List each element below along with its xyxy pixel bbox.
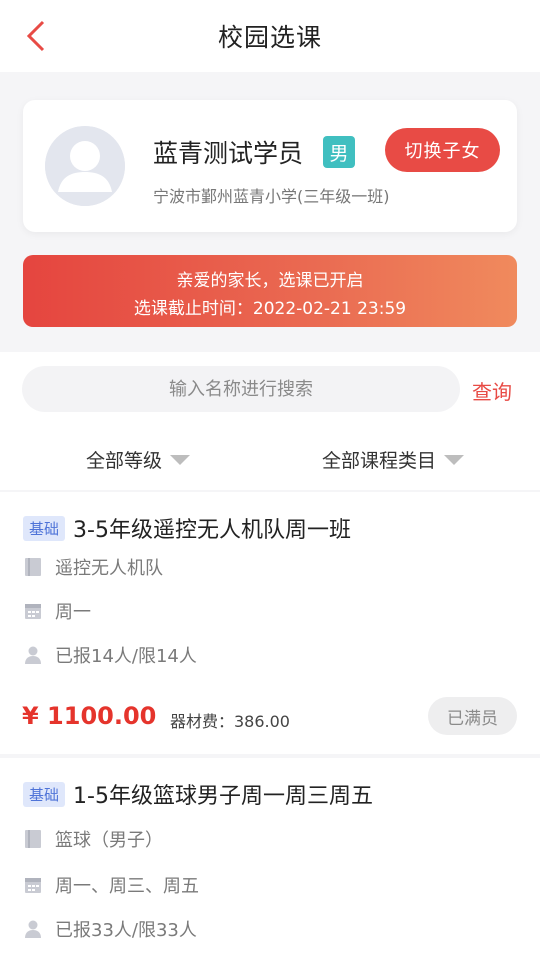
course-card[interactable]: 基础 1-5年级篮球男子周一周三周五 篮球（男子） 周一、周三、周五 已报33人…	[0, 758, 540, 960]
course-enrollment: 已报33人/限33人	[55, 920, 197, 941]
course-days: 周一	[55, 602, 91, 623]
gender-badge: 男	[323, 136, 355, 168]
course-title-row: 基础 3-5年级遥控无人机队周一班	[23, 512, 351, 544]
switch-child-button[interactable]: 切换子女	[385, 128, 500, 172]
person-icon	[23, 645, 43, 665]
top-nav-bar: 校园选课	[0, 0, 540, 72]
level-badge: 基础	[23, 781, 66, 807]
status-full-button[interactable]: 已满员	[428, 697, 517, 735]
back-button[interactable]	[18, 18, 54, 54]
student-name: 蓝青测试学员	[153, 139, 304, 168]
calendar-icon	[23, 875, 43, 895]
course-card[interactable]: 基础 3-5年级遥控无人机队周一班 遥控无人机队 周一 已报14人/限14人 ¥…	[0, 492, 540, 754]
notice-deadline: 选课截止时间：2022-02-21 23:59	[133, 299, 407, 319]
chevron-left-icon	[26, 20, 45, 52]
course-category-row: 篮球（男子）	[23, 826, 163, 852]
course-title: 1-5年级篮球男子周一周三周五	[73, 784, 373, 809]
course-days-row: 周一	[23, 598, 91, 624]
course-enrollment-row: 已报33人/限33人	[23, 916, 197, 942]
level-filter-label: 全部等级	[86, 450, 163, 472]
caret-down-icon	[170, 454, 191, 465]
category-filter-dropdown[interactable]: 全部课程类目	[322, 446, 465, 473]
course-days-row: 周一、周三、周五	[23, 872, 199, 898]
course-category-row: 遥控无人机队	[23, 554, 163, 580]
user-avatar-icon	[45, 126, 125, 206]
course-category: 遥控无人机队	[55, 558, 163, 579]
course-category: 篮球（男子）	[55, 830, 163, 851]
equipment-fee: 器材费：386.00	[170, 712, 290, 731]
school-class-label: 宁波市鄞州蓝青小学(三年级一班)	[153, 187, 390, 206]
course-price: ¥ 1100.00	[22, 702, 157, 730]
book-icon	[23, 557, 43, 577]
level-filter-dropdown[interactable]: 全部等级	[86, 446, 191, 473]
avatar	[45, 126, 125, 206]
course-enrollment: 已报14人/限14人	[55, 646, 197, 667]
query-button[interactable]: 查询	[472, 376, 512, 405]
page-title: 校园选课	[217, 23, 322, 52]
category-filter-label: 全部课程类目	[322, 450, 437, 472]
course-enrollment-row: 已报14人/限14人	[23, 642, 197, 668]
level-badge: 基础	[23, 515, 66, 541]
enrollment-notice-banner: 亲爱的家长，选课已开启 选课截止时间：2022-02-21 23:59	[23, 255, 517, 327]
calendar-icon	[23, 601, 43, 621]
notice-greeting: 亲爱的家长，选课已开启	[176, 271, 364, 291]
course-title-row: 基础 1-5年级篮球男子周一周三周五	[23, 778, 373, 810]
book-icon	[23, 829, 43, 849]
course-title: 3-5年级遥控无人机队周一班	[73, 518, 351, 543]
caret-down-icon	[444, 454, 465, 465]
search-input[interactable]	[22, 366, 460, 412]
search-filter-area: 查询 全部等级 全部课程类目	[0, 352, 540, 490]
course-days: 周一、周三、周五	[55, 876, 199, 897]
student-profile-card: 蓝青测试学员 男 切换子女 宁波市鄞州蓝青小学(三年级一班)	[23, 100, 517, 232]
person-icon	[23, 919, 43, 939]
